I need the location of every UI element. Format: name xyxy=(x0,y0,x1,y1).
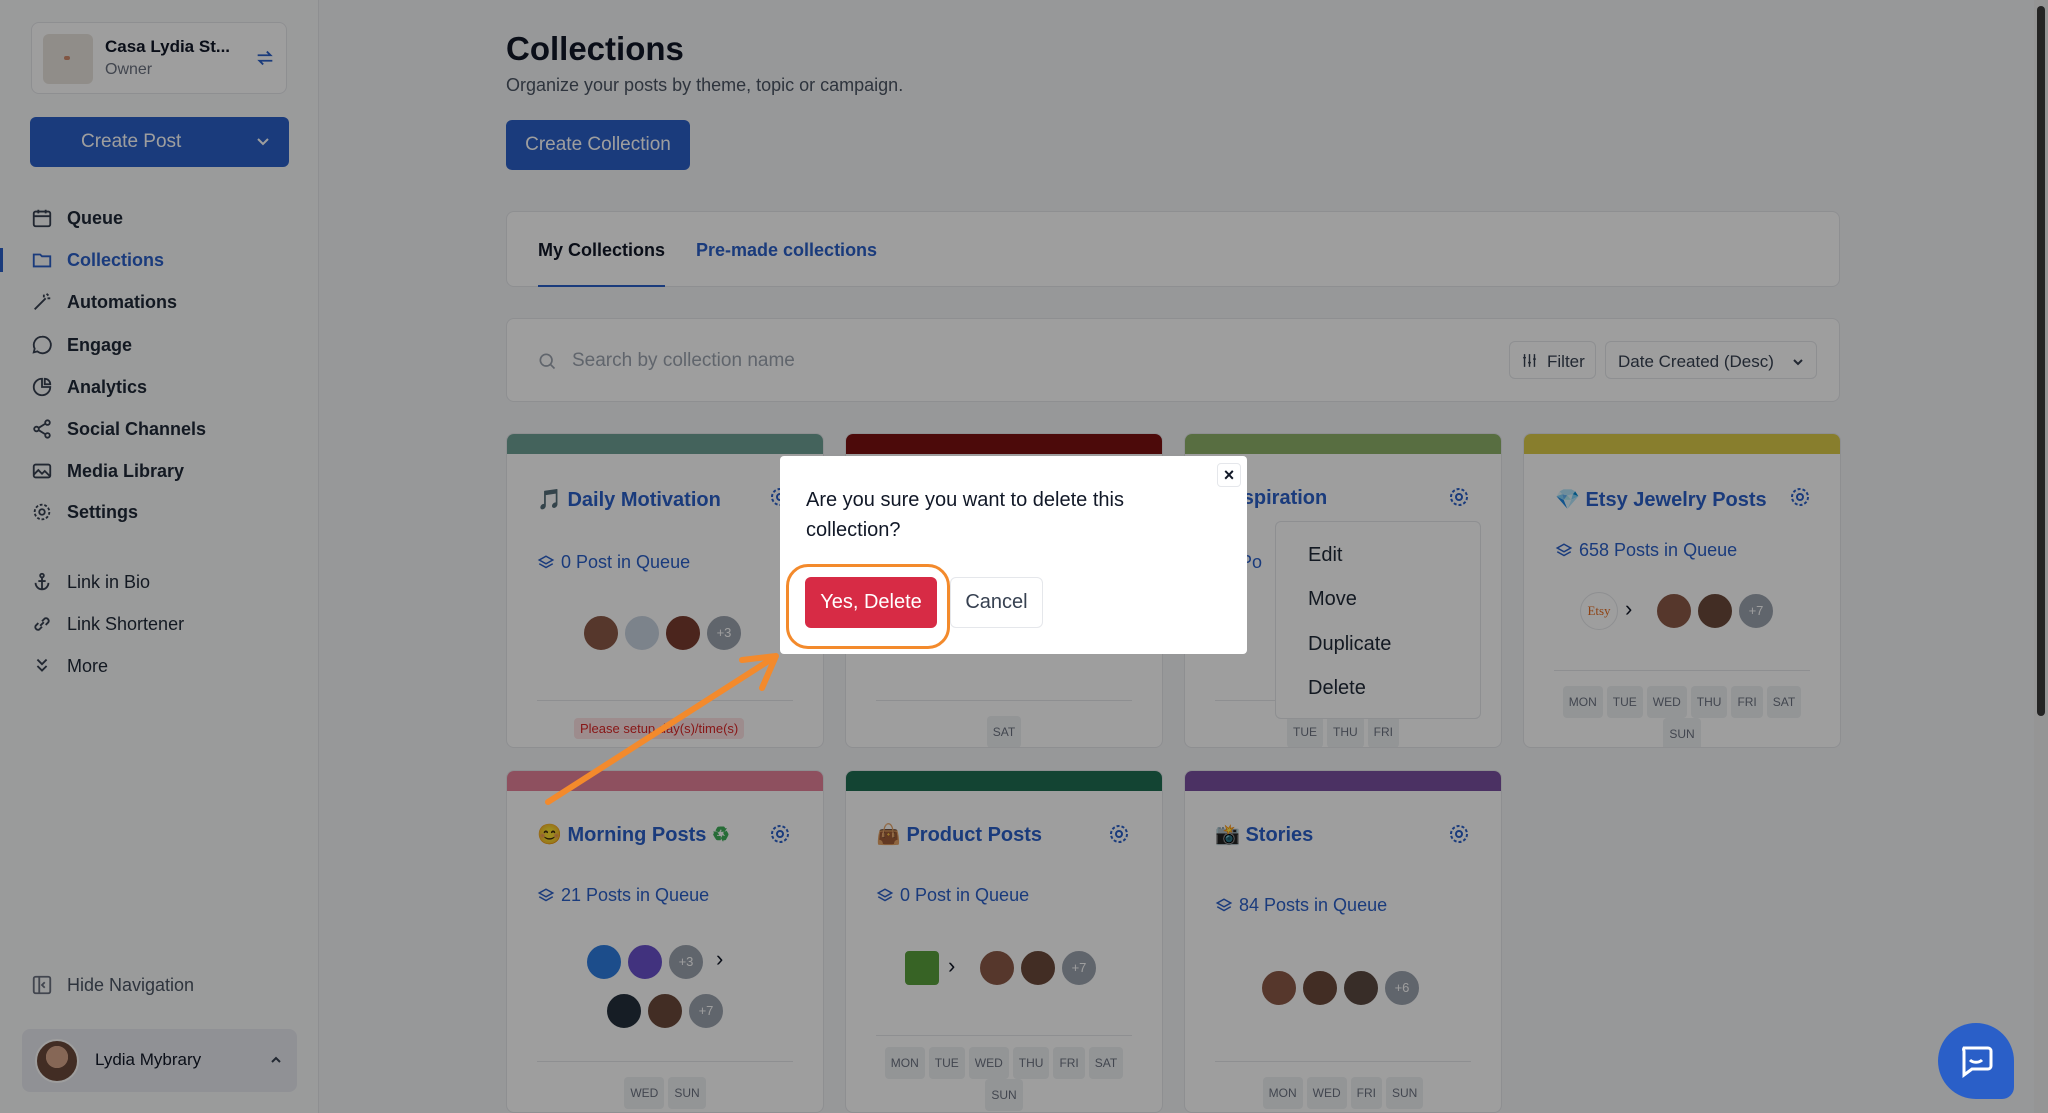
support-chat-button[interactable] xyxy=(1938,1023,2014,1099)
close-icon[interactable]: × xyxy=(1217,463,1241,487)
dialog-message: Are you sure you want to delete this col… xyxy=(806,489,1124,541)
delete-confirm-dialog: × Are you sure you want to delete this c… xyxy=(780,456,1247,654)
confirm-delete-button[interactable]: Yes, Delete xyxy=(805,577,937,628)
chat-icon xyxy=(1962,1046,1993,1078)
cancel-button[interactable]: Cancel xyxy=(950,577,1043,628)
